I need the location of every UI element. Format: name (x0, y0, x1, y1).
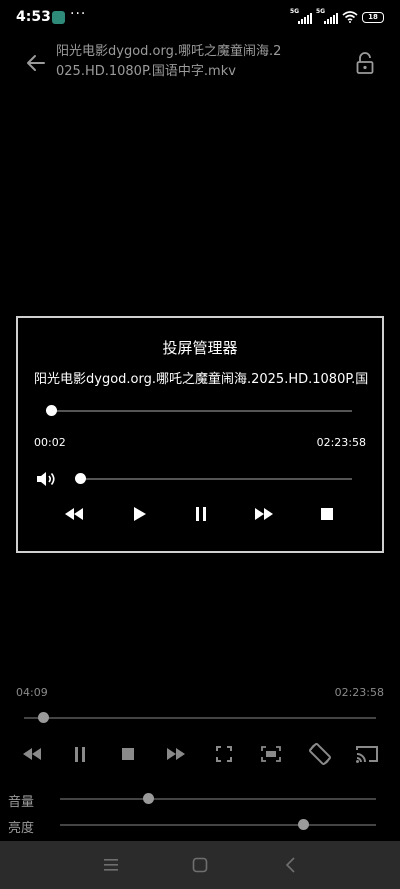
cast-dialog-title: 投屏管理器 (162, 339, 238, 357)
rewind-icon (23, 748, 41, 760)
player-volume-track[interactable] (60, 798, 376, 800)
speaker-icon[interactable] (36, 470, 56, 488)
player-time-total: 02:23:58 (334, 686, 384, 699)
screen-rotate-button[interactable] (306, 740, 334, 768)
arrow-left-icon[interactable] (24, 51, 48, 75)
cast-manager-dialog: 投屏管理器 阳光电影dygod.org.哪吒之魔童闹海.2025.HD.1080… (16, 316, 384, 553)
player-brightness-track[interactable] (60, 824, 376, 826)
cast-progress-track[interactable] (51, 410, 352, 412)
cast-stop-button[interactable] (316, 504, 338, 524)
stop-icon (321, 508, 333, 520)
player-pause-button[interactable] (68, 743, 92, 765)
player-progress-track[interactable] (24, 717, 376, 719)
status-bar: 4:53 ··· 5G 5G 18 (0, 0, 400, 36)
menu-icon[interactable] (103, 858, 119, 872)
player-progress-knob[interactable] (38, 712, 50, 723)
file-title: 阳光电影dygod.org.哪吒之魔童闹海.2025.HD.1080P.国语中字… (56, 44, 282, 79)
cast-pause-button[interactable] (190, 504, 212, 524)
fast-forward-icon (255, 508, 273, 520)
cast-time-total: 02:23:58 (316, 436, 366, 449)
player-time-current: 04:09 (16, 686, 48, 699)
system-navigation-bar (0, 841, 400, 889)
player-fast-forward-button[interactable] (164, 743, 188, 765)
status-time: 4:53 (16, 9, 51, 25)
cast-button[interactable] (354, 742, 380, 766)
player-brightness-knob[interactable] (297, 819, 309, 830)
more-notifications-icon: ··· (70, 6, 87, 22)
cast-rewind-button[interactable] (63, 504, 85, 524)
brightness-label: 亮度 (8, 821, 35, 836)
fullscreen-button[interactable] (212, 743, 236, 765)
cast-file-name: 阳光电影dygod.org.哪吒之魔童闹海.2025.HD.1080P.国语中字… (34, 372, 368, 387)
fit-screen-button[interactable] (259, 743, 283, 765)
cast-volume-knob[interactable] (74, 473, 86, 484)
pause-icon (196, 507, 206, 521)
player-volume-knob[interactable] (142, 793, 154, 804)
cast-volume-track[interactable] (80, 478, 352, 480)
battery-level: 18 (368, 13, 378, 21)
battery-icon: 18 (362, 11, 384, 23)
cast-progress-knob[interactable] (45, 405, 57, 416)
player-rewind-button[interactable] (20, 743, 44, 765)
wifi-icon (342, 11, 358, 23)
pause-icon (75, 746, 85, 762)
cast-play-button[interactable] (129, 504, 151, 524)
volume-label: 音量 (8, 795, 35, 810)
lock-open-icon[interactable] (355, 52, 375, 74)
cast-time-current: 00:02 (34, 436, 66, 449)
fullscreen-icon (216, 746, 232, 762)
play-icon (134, 507, 146, 521)
stop-icon (122, 748, 134, 760)
cellular-signal-icon: 5G (316, 8, 338, 24)
rewind-icon (65, 508, 83, 520)
app-notification-icon (52, 11, 65, 24)
cast-icon (356, 746, 378, 763)
back-nav-icon[interactable] (284, 857, 296, 873)
home-icon[interactable] (192, 857, 208, 873)
screen-rotate-icon (309, 743, 331, 765)
fit-screen-icon (261, 746, 281, 762)
fast-forward-icon (167, 748, 185, 760)
cast-fast-forward-button[interactable] (253, 504, 275, 524)
status-indicators: 5G 5G 18 (290, 8, 384, 24)
cellular-signal-icon: 5G (290, 8, 312, 24)
player-stop-button[interactable] (116, 743, 140, 765)
signal-bars-icon (298, 13, 312, 24)
signal-bars-icon (324, 13, 338, 24)
